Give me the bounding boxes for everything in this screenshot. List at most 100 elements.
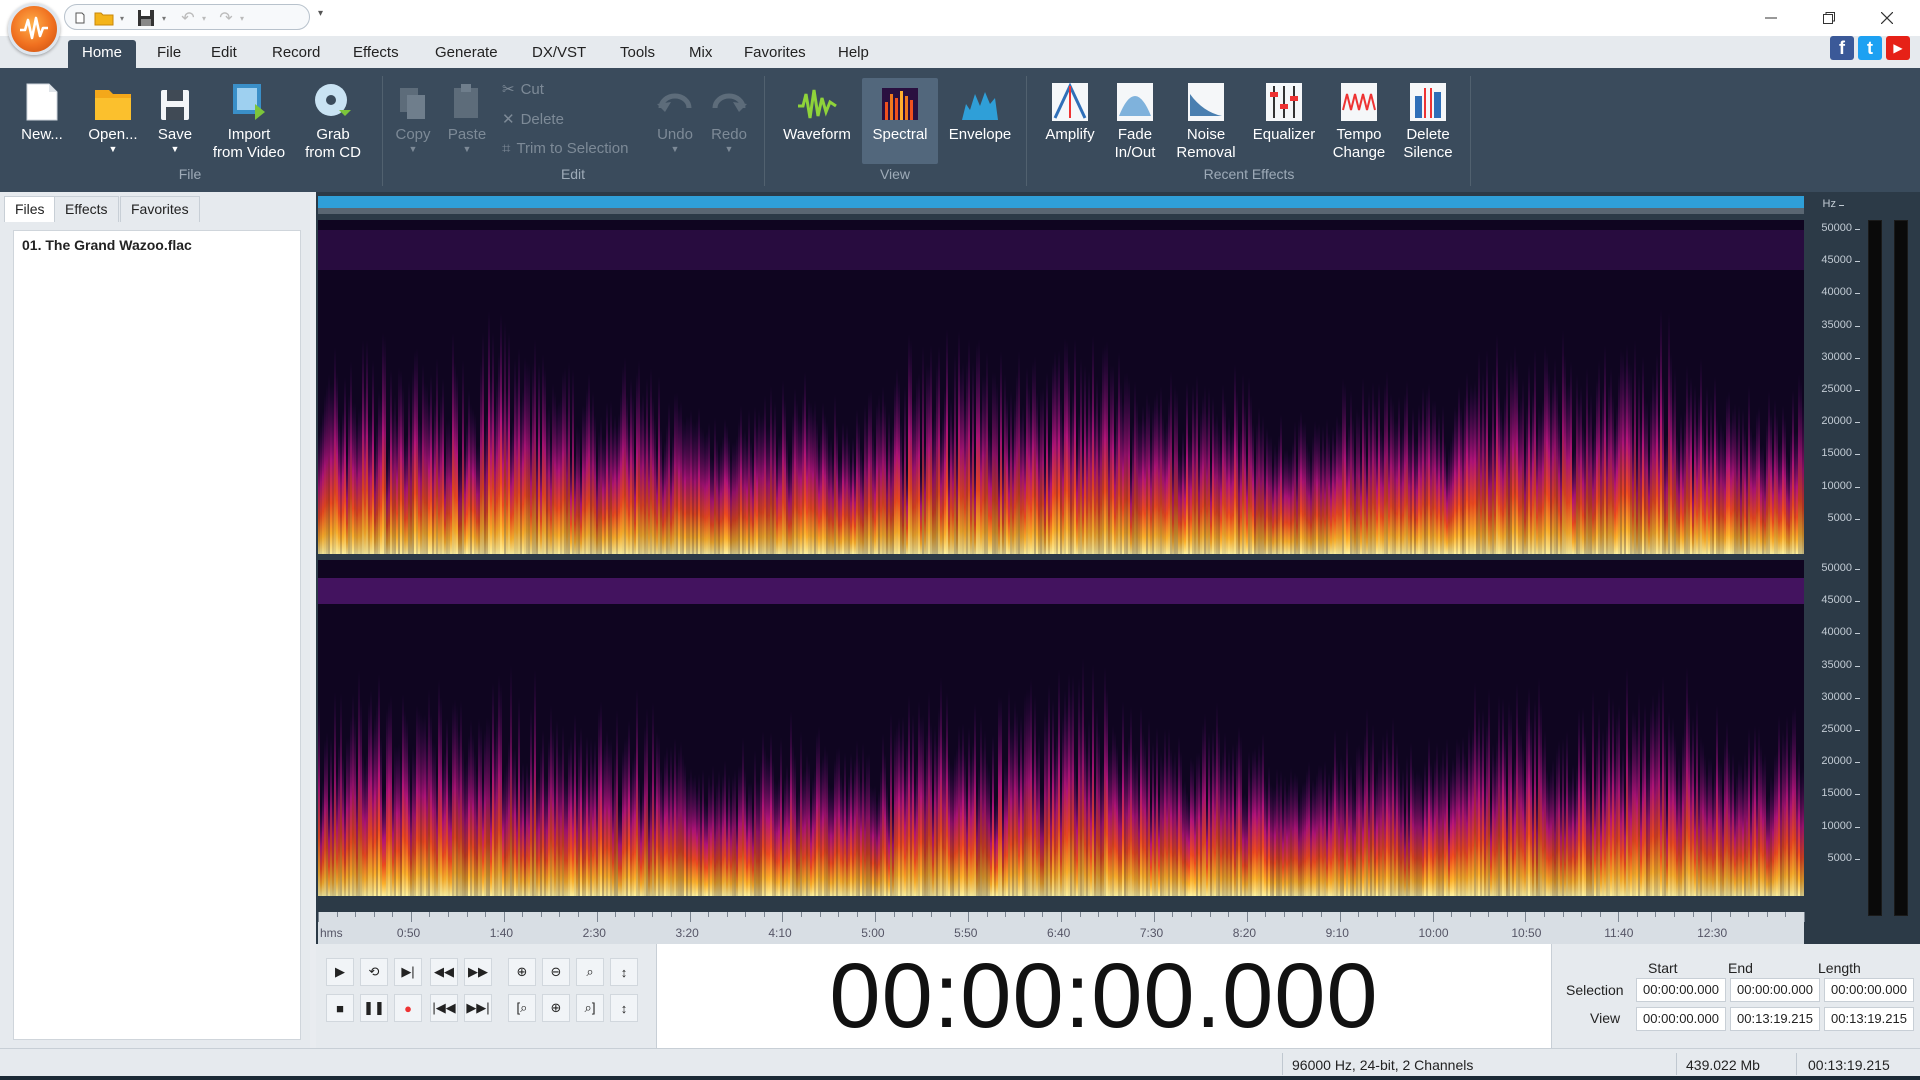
grab-from-cd-button[interactable]: Grab from CD (298, 78, 368, 162)
open-dropdown-icon[interactable]: ▼ (80, 144, 146, 154)
paste-dropdown-icon[interactable]: ▼ (442, 144, 492, 154)
time-ruler[interactable]: hms 0:50 1:40 2:30 3:20 4:10 5:00 5:50 6:40 7:30… (318, 912, 1805, 944)
spectrogram-column (942, 413, 944, 554)
record-button[interactable]: ● (394, 994, 422, 1022)
save-dropdown-icon[interactable]: ▾ (159, 8, 169, 28)
new-file-icon[interactable] (73, 8, 87, 28)
zoom-fit-button[interactable]: ⌕] (576, 994, 604, 1022)
amplify-button[interactable]: Amplify (1038, 78, 1102, 144)
spectrogram-column (1470, 383, 1472, 554)
restore-icon[interactable] (1814, 6, 1844, 30)
save-button[interactable]: Save ▼ (152, 78, 198, 154)
app-logo[interactable] (8, 3, 60, 55)
copy-dropdown-icon[interactable]: ▼ (388, 144, 438, 154)
tab-effects-panel[interactable]: Effects (54, 196, 119, 222)
tempo-change-button[interactable]: Tempo Change (1326, 78, 1392, 162)
delete-icon: ✕ (502, 111, 515, 128)
fade-in-out-button[interactable]: Fade In/Out (1106, 78, 1164, 162)
redo-dropdown-icon[interactable]: ▼ (706, 144, 752, 154)
play-button[interactable]: ▶ (326, 958, 354, 986)
delete-button[interactable]: ✕ Delete (502, 110, 564, 129)
spectrogram-column (850, 461, 852, 554)
spectrogram-column (1236, 391, 1238, 554)
spectrogram-column (1254, 747, 1256, 896)
spectrogram-column (1576, 374, 1578, 554)
tab-files[interactable]: Files (4, 196, 56, 222)
view-length-field[interactable]: 00:13:19.215 (1824, 1007, 1914, 1031)
close-icon[interactable] (1872, 6, 1902, 30)
redo-icon[interactable]: ↷ (215, 8, 237, 28)
spectrogram-column (994, 802, 996, 896)
waveform-view-button[interactable]: Waveform (776, 78, 858, 144)
redo-button[interactable]: Redo ▼ (706, 78, 752, 154)
selection-start-field[interactable]: 00:00:00.000 (1636, 978, 1726, 1002)
zoom-out-button[interactable]: ⊖ (542, 958, 570, 986)
selection-length-field[interactable]: 00:00:00.000 (1824, 978, 1914, 1002)
tab-favorites-panel[interactable]: Favorites (120, 196, 200, 222)
tab-record[interactable]: Record (258, 40, 334, 68)
view-end-field[interactable]: 00:13:19.215 (1730, 1007, 1820, 1031)
twitter-icon[interactable]: t (1858, 36, 1882, 60)
undo-icon[interactable]: ↶ (177, 8, 199, 28)
zoom-in-alt-button[interactable]: ⊕ (542, 994, 570, 1022)
spectrogram-channel-right[interactable] (318, 560, 1804, 896)
fast-forward-button[interactable]: ▶▶ (464, 958, 492, 986)
cut-button[interactable]: ✂ Cut (502, 80, 544, 99)
paste-button[interactable]: Paste ▼ (442, 78, 492, 154)
spectrogram-column (664, 753, 666, 896)
view-start-field[interactable]: 00:00:00.000 (1636, 1007, 1726, 1031)
spectrogram-column (1354, 790, 1356, 896)
new-button[interactable]: New... (12, 78, 72, 144)
save-dropdown-icon[interactable]: ▼ (152, 144, 198, 154)
go-to-end-button[interactable]: ▶▶| (464, 994, 492, 1022)
minimize-icon[interactable] (1756, 6, 1786, 30)
facebook-icon[interactable]: f (1830, 36, 1854, 60)
spectral-view-button[interactable]: Spectral (862, 78, 938, 164)
tab-tools[interactable]: Tools (606, 40, 669, 68)
stop-button[interactable]: ■ (326, 994, 354, 1022)
copy-button[interactable]: Copy ▼ (388, 78, 438, 154)
spectrogram-column (1694, 779, 1696, 896)
save-disk-icon[interactable] (135, 8, 157, 28)
spectrogram-channel-left[interactable] (318, 220, 1804, 554)
spectrogram-column (354, 402, 356, 554)
import-from-video-button[interactable]: Import from Video (206, 78, 292, 162)
envelope-view-button[interactable]: Envelope (942, 78, 1018, 144)
redo-dropdown-icon[interactable]: ▾ (237, 8, 247, 28)
zoom-selection-button[interactable]: [⌕ (508, 994, 536, 1022)
delete-silence-button[interactable]: Delete Silence (1396, 78, 1460, 162)
zoom-in-button[interactable]: ⊕ (508, 958, 536, 986)
list-item[interactable]: 01. The Grand Wazoo.flac (22, 237, 192, 253)
tab-home[interactable]: Home (68, 40, 137, 68)
zoom-100-button[interactable]: ⌕ (576, 958, 604, 986)
tab-favorites[interactable]: Favorites (730, 40, 820, 68)
spectrogram-column (1582, 707, 1584, 896)
open-button[interactable]: Open... ▼ (80, 78, 146, 154)
tab-generate[interactable]: Generate (421, 40, 512, 68)
trim-to-selection-button[interactable]: ⌗ Trim to Selection (502, 140, 628, 157)
undo-button[interactable]: Undo ▼ (652, 78, 698, 154)
noise-removal-button[interactable]: Noise Removal (1168, 78, 1244, 162)
open-dropdown-icon[interactable]: ▾ (117, 8, 127, 28)
tab-dxvst[interactable]: DX/VST (518, 40, 600, 68)
tab-edit[interactable]: Edit (197, 40, 251, 68)
tab-mix[interactable]: Mix (675, 40, 726, 68)
zoom-vertical-in-button[interactable]: ↕ (610, 958, 638, 986)
undo-dropdown-icon[interactable]: ▼ (652, 144, 698, 154)
tab-file[interactable]: File (143, 40, 195, 68)
go-to-start-button[interactable]: |◀◀ (430, 994, 458, 1022)
equalizer-button[interactable]: Equalizer (1248, 78, 1320, 144)
play-to-end-button[interactable]: ▶| (394, 958, 422, 986)
tab-effects[interactable]: Effects (339, 40, 413, 68)
rewind-button[interactable]: ◀◀ (430, 958, 458, 986)
customize-qat-icon[interactable]: ▾ (318, 8, 323, 19)
undo-dropdown-icon[interactable]: ▾ (199, 8, 209, 28)
pause-button[interactable]: ❚❚ (360, 994, 388, 1022)
youtube-icon[interactable]: ▶ (1886, 36, 1910, 60)
loop-button[interactable]: ⟲ (360, 958, 388, 986)
overview-scrollbar[interactable] (318, 196, 1804, 208)
tab-help[interactable]: Help (824, 40, 883, 68)
zoom-vertical-out-button[interactable]: ↕ (610, 994, 638, 1022)
open-folder-icon[interactable] (93, 8, 115, 28)
selection-end-field[interactable]: 00:00:00.000 (1730, 978, 1820, 1002)
